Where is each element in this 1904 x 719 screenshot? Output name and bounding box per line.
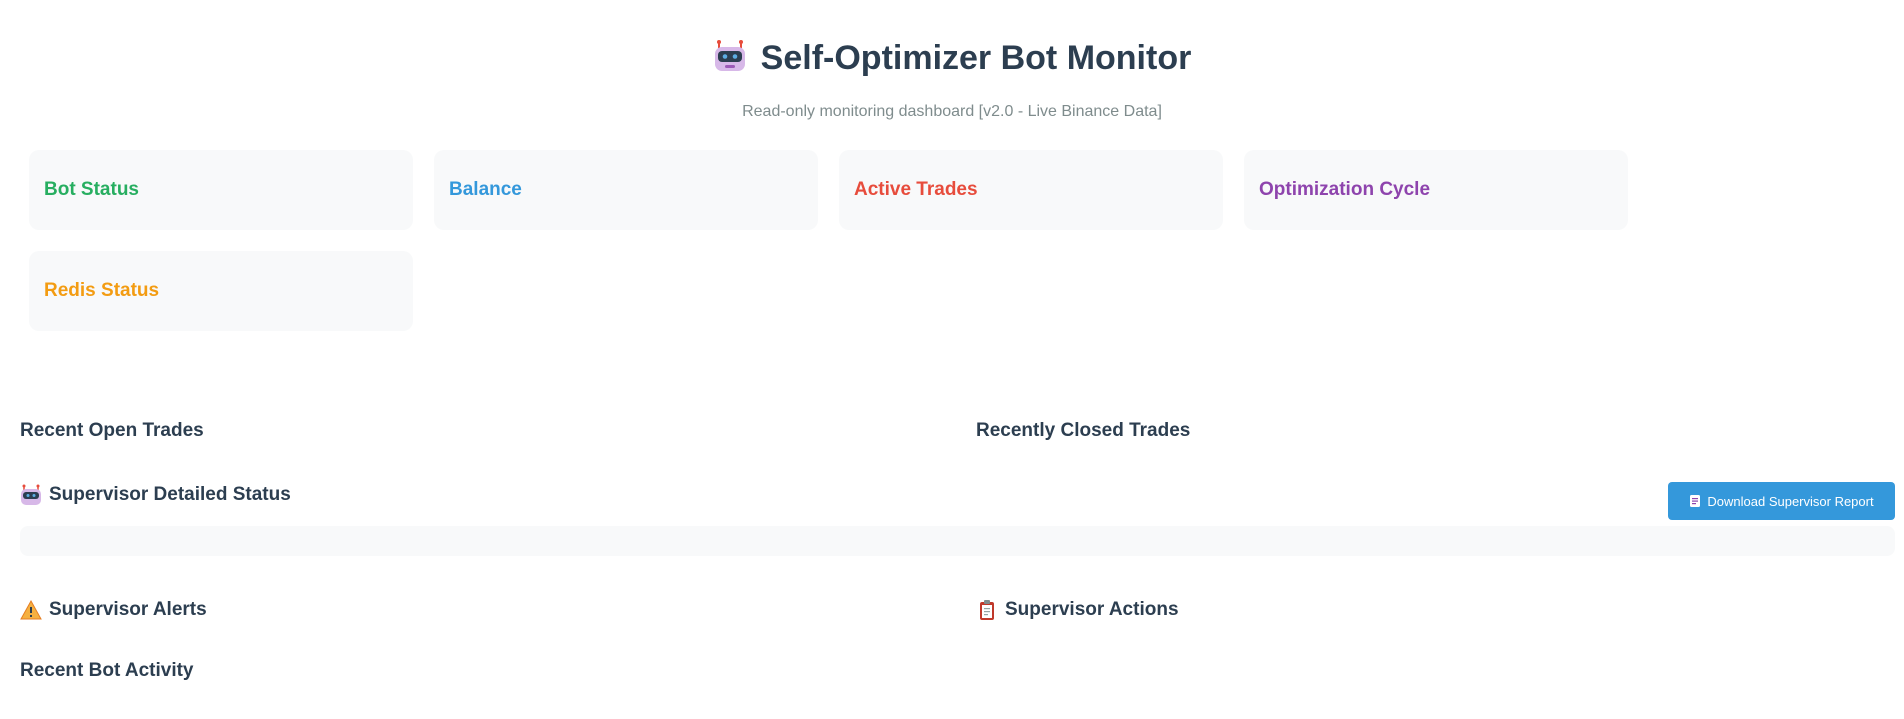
bot-status-card: Bot Status [29, 150, 413, 230]
supervisor-actions-label: Supervisor Actions [1005, 599, 1179, 620]
optimization-cycle-card: Optimization Cycle [1244, 150, 1628, 230]
bot-status-card-title: Bot Status [44, 179, 139, 200]
page-title-row: Self-Optimizer Bot Monitor [713, 38, 1192, 78]
clipboard-icon [980, 600, 994, 620]
optimization-cycle-card-title: Optimization Cycle [1259, 179, 1431, 200]
recent-open-trades-heading: Recent Open Trades [20, 420, 204, 442]
supervisor-status-label: Supervisor Detailed Status [49, 484, 291, 505]
supervisor-status-heading: Supervisor Detailed Status [20, 484, 291, 506]
redis-status-card: Redis Status [29, 251, 413, 331]
download-supervisor-report-button[interactable]: Download Supervisor Report [1668, 482, 1895, 520]
balance-card: Balance [434, 150, 818, 230]
supervisor-actions-heading: Supervisor Actions [976, 599, 1179, 621]
robot-icon [21, 484, 41, 505]
supervisor-alerts-label: Supervisor Alerts [49, 599, 207, 620]
dashboard-page: Self-Optimizer Bot Monitor Read-only mon… [0, 0, 1904, 719]
robot-icon [714, 40, 745, 71]
recently-closed-trades-label: Recently Closed Trades [976, 420, 1191, 441]
supervisor-status-panel [20, 526, 1895, 556]
recently-closed-trades-heading: Recently Closed Trades [976, 420, 1190, 442]
page-subtitle: Read-only monitoring dashboard [v2.0 - L… [742, 103, 1162, 120]
redis-status-card-title: Redis Status [44, 280, 160, 301]
balance-card-title: Balance [449, 179, 522, 200]
recent-open-trades-label: Recent Open Trades [20, 420, 204, 441]
active-trades-card-title: Active Trades [854, 179, 978, 200]
supervisor-alerts-heading: Supervisor Alerts [20, 599, 207, 621]
warning-icon [20, 599, 42, 620]
page-title: Self-Optimizer Bot Monitor [760, 39, 1192, 77]
active-trades-card: Active Trades [839, 150, 1223, 230]
page-header: Self-Optimizer Bot Monitor Read-only mon… [0, 38, 1904, 122]
recent-bot-activity-label: Recent Bot Activity [20, 660, 194, 681]
recent-bot-activity-heading: Recent Bot Activity [20, 660, 194, 682]
download-supervisor-report-label: Download Supervisor Report [1707, 493, 1874, 509]
report-icon [1690, 495, 1701, 507]
